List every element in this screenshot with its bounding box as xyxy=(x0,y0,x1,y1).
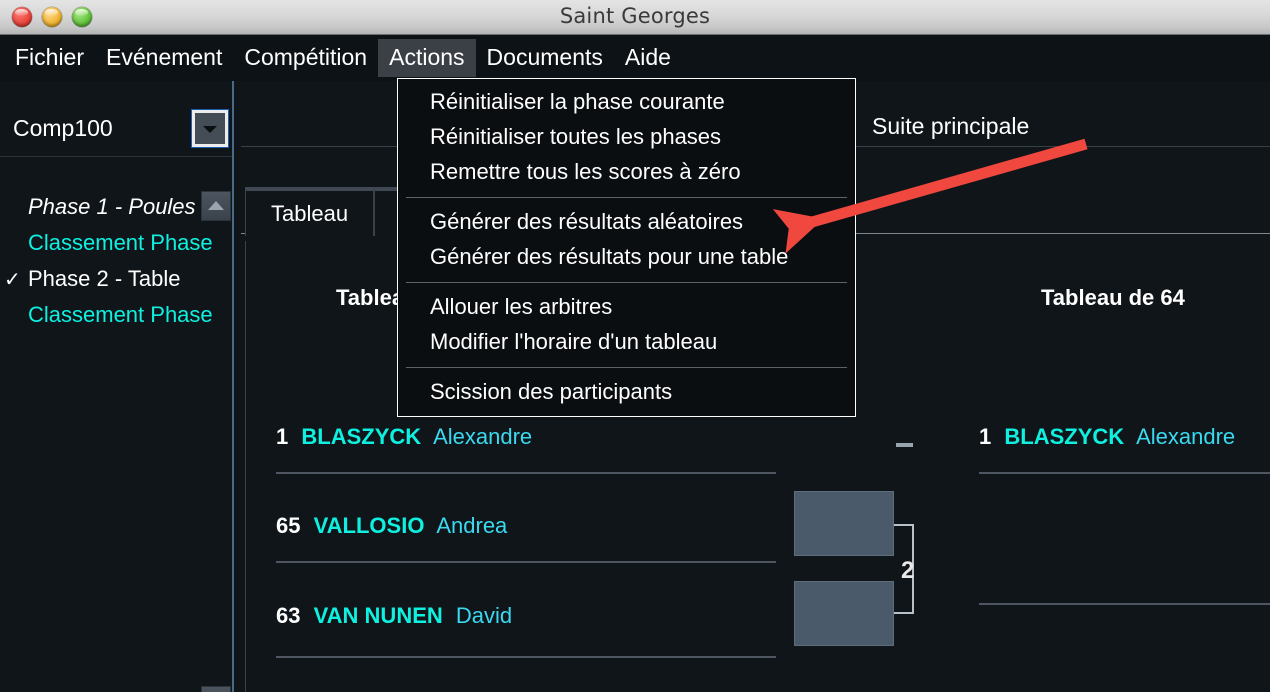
tree-item-classement-phase-2[interactable]: Classement Phase xyxy=(0,297,233,333)
entry-underline xyxy=(276,656,776,658)
menu-item-allouer-arbitres[interactable]: Allouer les arbitres xyxy=(398,290,855,325)
entry-firstname: Alexandre xyxy=(1136,424,1236,449)
entry-firstname: Alexandre xyxy=(433,424,533,449)
entry-underline xyxy=(979,603,1270,605)
tab-tableau[interactable]: Tableau xyxy=(245,187,375,236)
bracket-entry-left-2[interactable]: 65 VALLOSIO Andrea xyxy=(276,513,507,539)
menu-separator xyxy=(406,196,847,198)
entry-underline xyxy=(276,561,776,563)
menubar-item-evenement[interactable]: Evénement xyxy=(95,39,233,77)
entry-firstname: David xyxy=(455,603,513,628)
panel-divider[interactable] xyxy=(232,81,234,692)
menu-item-reinitialiser-phase-courante[interactable]: Réinitialiser la phase courante xyxy=(398,85,855,120)
entry-lastname: BLASZYCK xyxy=(301,424,422,449)
phase-tree: Phase 1 - Poules Classement Phase ✓ Phas… xyxy=(0,189,233,333)
entry-seed: 65 xyxy=(276,513,301,538)
match-number: 2 xyxy=(901,557,915,584)
bracket-entry-left-3[interactable]: 63 VAN NUNEN David xyxy=(276,603,512,629)
tree-item-label: Phase 2 - Table xyxy=(28,266,181,291)
menubar-item-aide[interactable]: Aide xyxy=(614,39,682,77)
entry-seed: 1 xyxy=(276,424,289,449)
chevron-down-icon xyxy=(203,125,217,133)
entry-underline xyxy=(979,472,1270,474)
checkmark-icon: ✓ xyxy=(4,268,21,291)
tree-item-label: Classement Phase xyxy=(28,302,213,327)
menubar-item-documents[interactable]: Documents xyxy=(476,39,614,77)
sidebar-scrollbar[interactable] xyxy=(201,191,231,692)
bracket-entry-right-1[interactable]: 1 BLASZYCK Alexandre xyxy=(979,424,1235,450)
bracket-entry-left-1[interactable]: 1 BLASZYCK Alexandre xyxy=(276,424,532,450)
menu-separator xyxy=(406,366,847,368)
menu-item-remettre-scores-zero[interactable]: Remettre tous les scores à zéro xyxy=(398,155,855,190)
tree-item-label: Phase 1 - Poules xyxy=(28,194,196,219)
menu-item-generer-resultats-table[interactable]: Générer des résultats pour une table xyxy=(398,240,855,275)
competition-selector-button[interactable] xyxy=(192,110,228,147)
entry-firstname: Andrea xyxy=(436,513,508,538)
tree-item-phase-2[interactable]: ✓ Phase 2 - Table xyxy=(0,261,233,297)
tree-item-label: Classement Phase xyxy=(28,230,213,255)
scroll-up-arrow-icon[interactable] xyxy=(201,191,231,221)
menu-separator xyxy=(406,281,847,283)
menu-item-reinitialiser-toutes-phases[interactable]: Réinitialiser toutes les phases xyxy=(398,120,855,155)
entry-underline xyxy=(276,472,776,474)
empty-score-dash-icon xyxy=(896,443,913,447)
window-title: Saint Georges xyxy=(559,4,711,28)
entry-lastname: VALLOSIO xyxy=(313,513,425,538)
scroll-down-arrow-icon[interactable] xyxy=(201,686,231,692)
score-box-upper[interactable] xyxy=(794,491,894,556)
entry-lastname: BLASZYCK xyxy=(1004,424,1125,449)
entry-seed: 1 xyxy=(979,424,992,449)
score-box-lower[interactable] xyxy=(794,581,894,646)
menubar-item-actions[interactable]: Actions xyxy=(378,39,476,77)
tree-item-classement-phase-1[interactable]: Classement Phase xyxy=(0,225,233,261)
window-titlebar: Saint Georges xyxy=(0,0,1270,35)
menu-item-generer-resultats-aleatoires[interactable]: Générer des résultats aléatoires xyxy=(398,205,855,240)
menubar-item-competition[interactable]: Compétition xyxy=(233,39,378,77)
sidebar: Comp100 Phase 1 - Poules Classement Phas… xyxy=(0,81,233,692)
competition-selector-value: Comp100 xyxy=(13,115,113,141)
actions-dropdown-menu: Réinitialiser la phase courante Réinitia… xyxy=(397,78,856,417)
menu-item-modifier-horaire-tableau[interactable]: Modifier l'horaire d'un tableau xyxy=(398,325,855,360)
entry-lastname: VAN NUNEN xyxy=(313,603,443,628)
competition-selector[interactable]: Comp100 xyxy=(0,101,233,157)
app-window: Saint Georges Fichier Evénement Compétit… xyxy=(0,0,1270,692)
menu-item-scission-participants[interactable]: Scission des participants xyxy=(398,375,855,410)
menubar: Fichier Evénement Compétition Actions Do… xyxy=(0,35,1270,81)
heading-tableau-64: Tableau de 64 xyxy=(1041,285,1185,310)
entry-seed: 63 xyxy=(276,603,301,628)
suite-title: Suite principale xyxy=(872,113,1030,139)
tree-item-phase-1[interactable]: Phase 1 - Poules xyxy=(0,189,233,225)
menubar-item-fichier[interactable]: Fichier xyxy=(4,39,95,77)
